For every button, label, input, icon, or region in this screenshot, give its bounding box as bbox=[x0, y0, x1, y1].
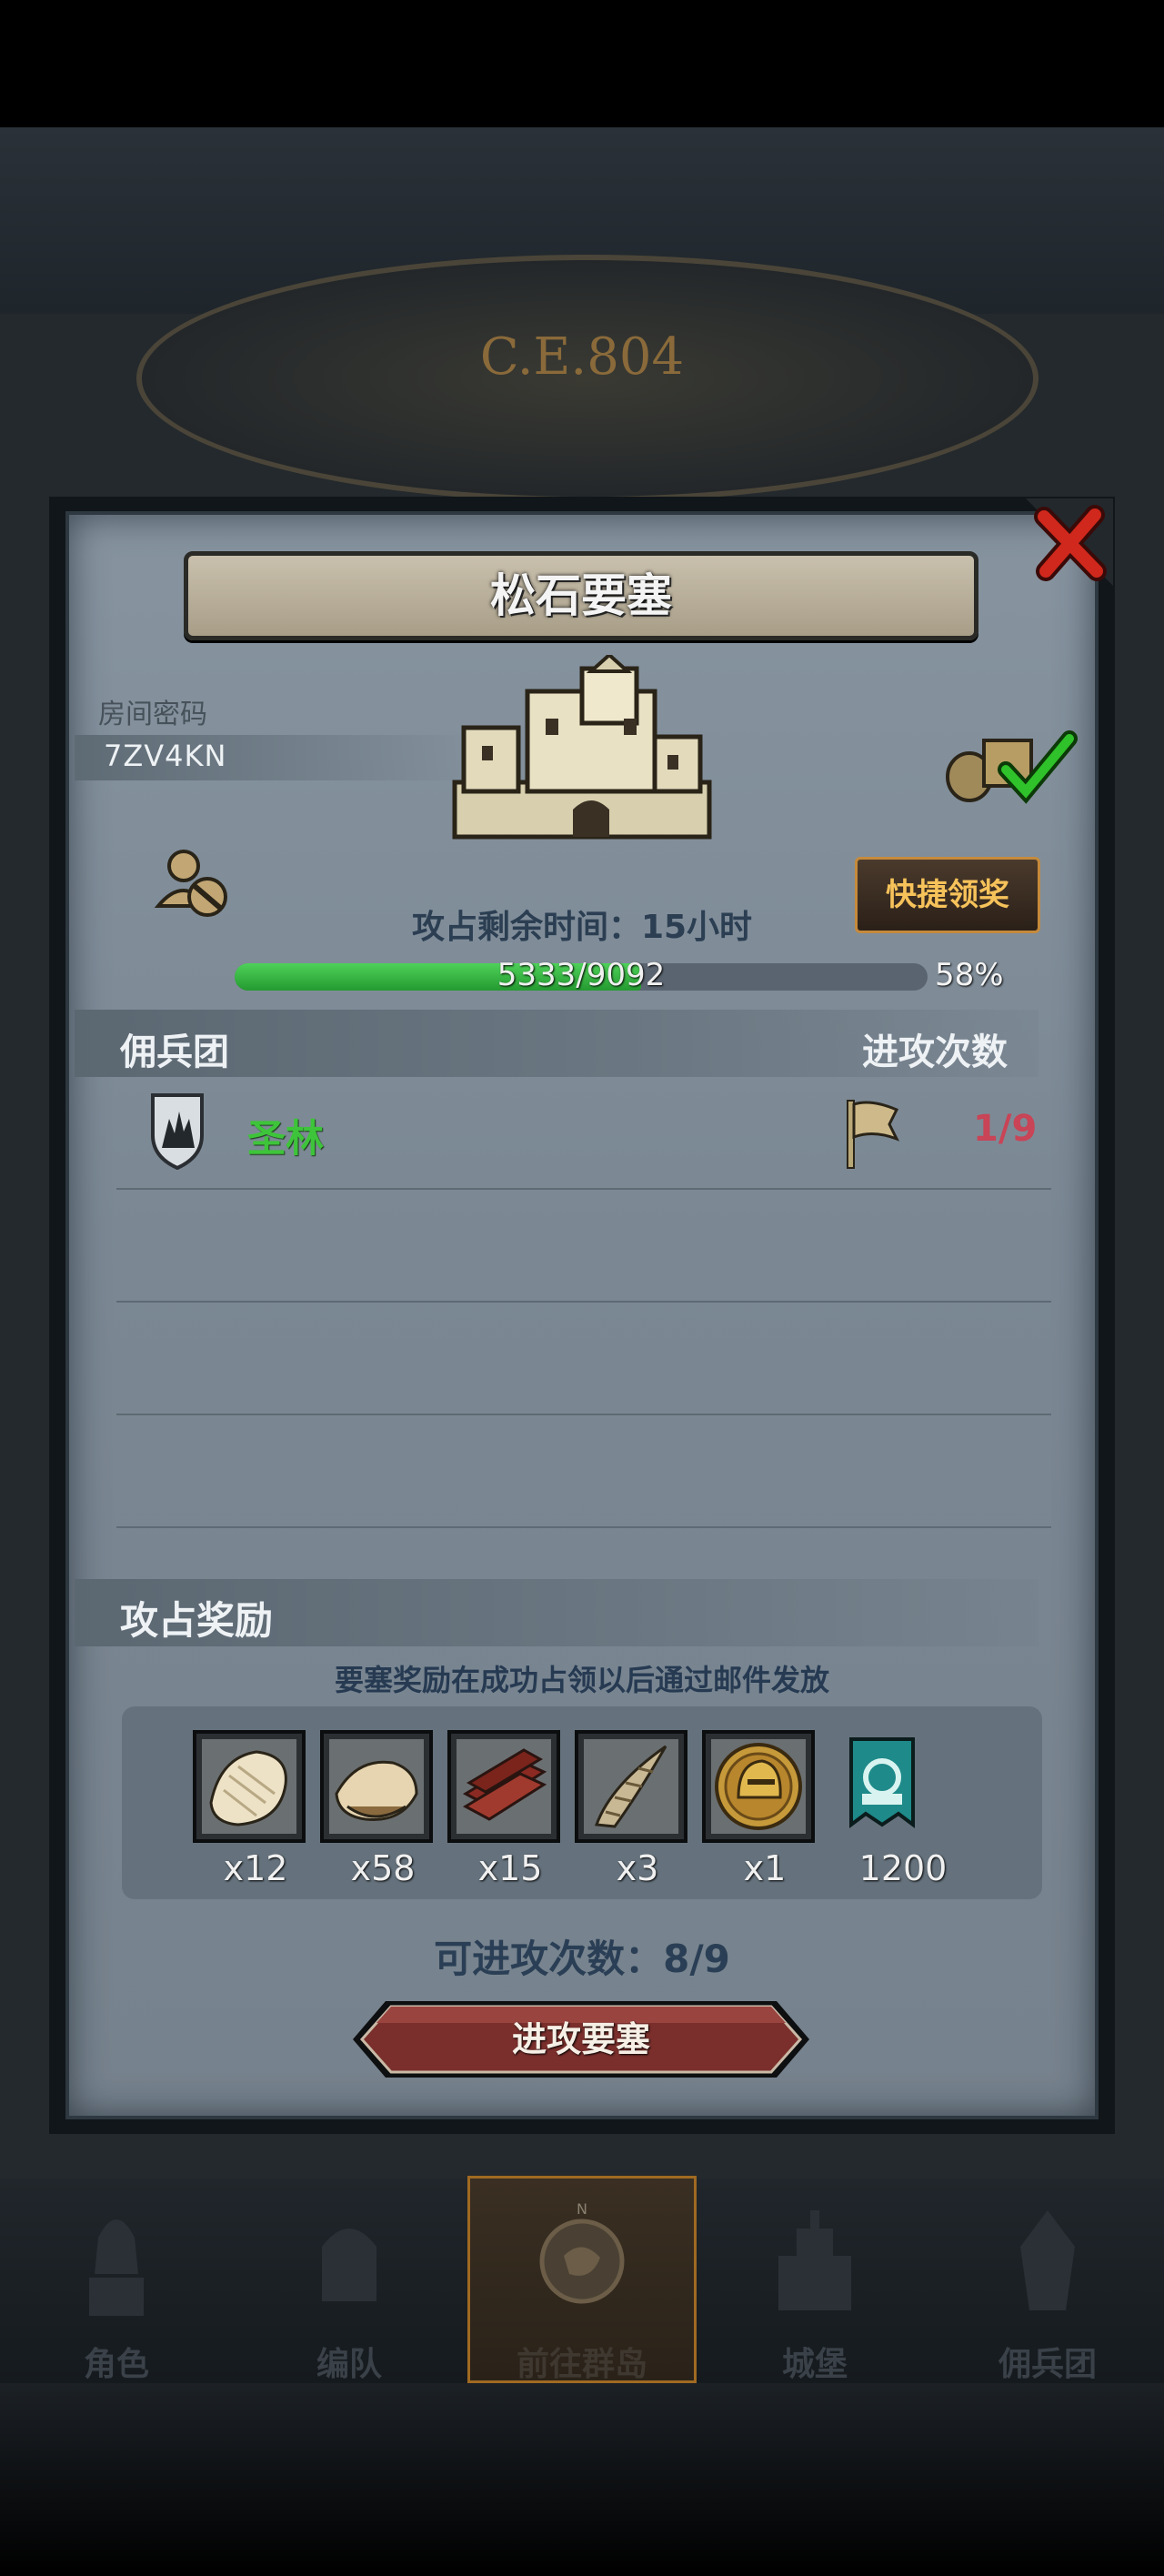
reward-quantity: 1200 bbox=[858, 1848, 948, 1888]
mercenary-section-label: 佣兵团 bbox=[120, 1031, 229, 1073]
knight-helmet-coin-icon bbox=[711, 1739, 806, 1834]
capture-timer: 攻占剩余时间：15小时 bbox=[411, 909, 753, 946]
nav-label: 角色 bbox=[83, 2346, 149, 2383]
compass-map-icon: N bbox=[539, 2201, 625, 2304]
castle-icon bbox=[778, 2210, 851, 2310]
horn-icon bbox=[584, 1739, 678, 1834]
leather-hide-icon bbox=[329, 1739, 424, 1834]
svg-text:N: N bbox=[577, 2201, 587, 2218]
mercenary-name[interactable]: 圣林 bbox=[247, 1108, 324, 1163]
room-code-value: 7ZV4KN bbox=[104, 739, 227, 773]
knight-icon bbox=[89, 2219, 144, 2316]
row-divider bbox=[116, 1414, 1051, 1415]
row-divider bbox=[116, 1301, 1051, 1303]
nav-item-formation[interactable]: 编队 bbox=[233, 2192, 466, 2383]
dialog-title: 松石要塞 bbox=[490, 569, 672, 622]
nav-item-castle[interactable]: 城堡 bbox=[698, 2192, 931, 2383]
attack-flag-icon bbox=[847, 1100, 900, 1169]
fur-pelt-icon bbox=[202, 1739, 296, 1834]
reward-slot[interactable] bbox=[320, 1730, 433, 1843]
reward-quantity: x3 bbox=[616, 1848, 659, 1888]
available-attacks: 可进攻次数：8/9 bbox=[434, 1937, 730, 1981]
reward-section-label: 攻占奖励 bbox=[120, 1598, 274, 1643]
era-label: C.E.804 bbox=[479, 327, 685, 387]
reward-claimed-icon bbox=[946, 730, 1078, 804]
guild-banner-icon bbox=[849, 1737, 915, 1828]
attack-count-label: 进攻次数 bbox=[862, 1031, 1008, 1073]
mercenary-attack-count: 1/9 bbox=[973, 1108, 1038, 1150]
nav-label: 编队 bbox=[316, 2346, 382, 2383]
row-divider bbox=[116, 1526, 1051, 1528]
reward-note: 要塞奖励在成功占领以后通过邮件发放 bbox=[334, 1663, 829, 1697]
fortress-castle-icon bbox=[452, 655, 712, 840]
reward-slot[interactable] bbox=[829, 1730, 942, 1843]
reward-quantity: x12 bbox=[223, 1848, 288, 1888]
wood-planks-icon bbox=[457, 1739, 551, 1834]
progress-value: 5333/9092 bbox=[497, 957, 666, 993]
bottom-area bbox=[0, 2383, 1164, 2576]
nav-item-character[interactable]: 角色 bbox=[0, 2192, 233, 2383]
close-button[interactable] bbox=[1026, 498, 1113, 586]
row-divider bbox=[116, 1188, 1051, 1190]
reward-slot[interactable] bbox=[447, 1730, 560, 1843]
reward-quantity: x15 bbox=[477, 1848, 543, 1888]
reward-slot[interactable] bbox=[193, 1730, 306, 1843]
mercenary-shield-icon bbox=[151, 1093, 204, 1170]
status-bar-area bbox=[0, 0, 1164, 127]
mercenary-icon bbox=[1020, 2210, 1075, 2310]
reward-slot[interactable] bbox=[702, 1730, 815, 1843]
reward-quantity: x1 bbox=[743, 1848, 787, 1888]
attack-fortress-label: 进攻要塞 bbox=[511, 2019, 650, 2059]
reward-slot[interactable] bbox=[575, 1730, 687, 1843]
nav-item-mercenary[interactable]: 佣兵团 bbox=[931, 2192, 1164, 2383]
formation-icon bbox=[322, 2229, 376, 2301]
room-code-label: 房间密码 bbox=[98, 699, 207, 730]
nav-label: 佣兵团 bbox=[998, 2346, 1097, 2383]
reward-quantity: x58 bbox=[350, 1848, 416, 1888]
nav-label: 城堡 bbox=[781, 2346, 848, 2383]
progress-percent: 58% bbox=[935, 957, 1004, 993]
nav-item-islands[interactable]: N 前往群岛 bbox=[466, 2192, 698, 2383]
nav-label: 前往群岛 bbox=[516, 2346, 647, 2383]
